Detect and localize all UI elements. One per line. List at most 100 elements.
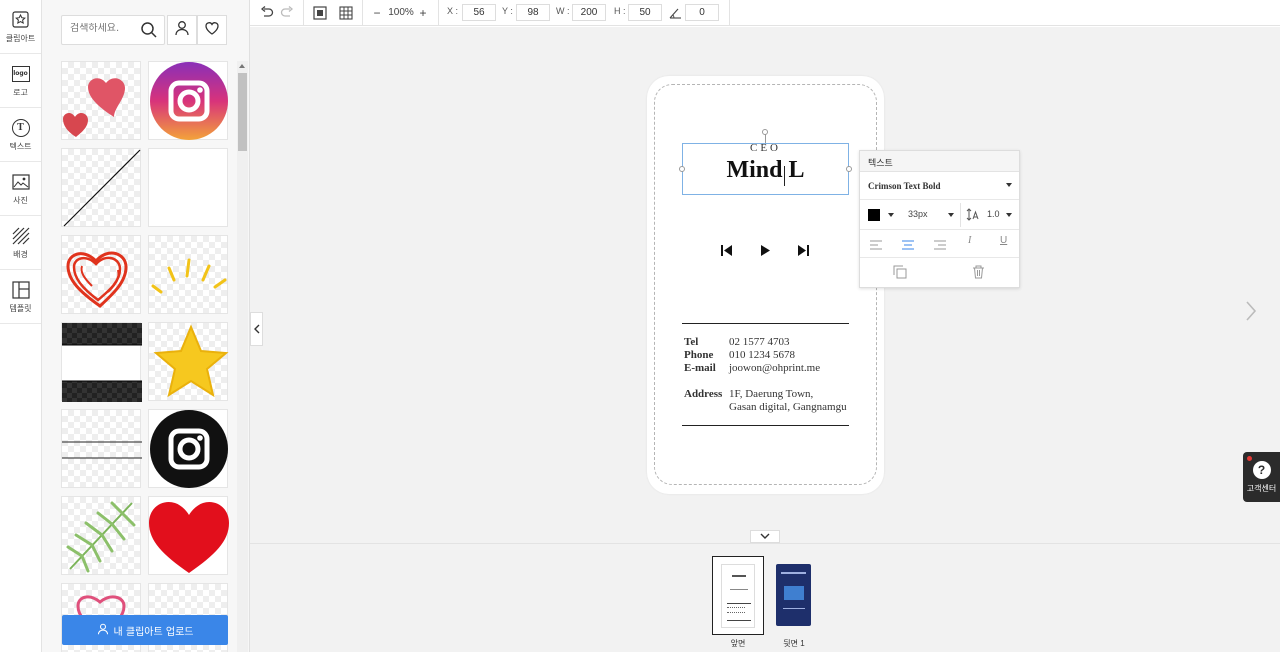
clipart-grid xyxy=(61,61,229,652)
upload-label: 내 클립아트 업로드 xyxy=(113,626,194,638)
contact-label: Phone xyxy=(684,349,714,361)
line-height-value: 1.0 xyxy=(987,209,1000,219)
line-height-icon xyxy=(966,208,979,226)
clipart-horizontal-lines[interactable] xyxy=(61,409,142,488)
contact-value: 02 1577 4703 xyxy=(729,336,790,348)
line-height-select[interactable]: 1.0 xyxy=(984,203,1018,227)
contact-value: joowon@ohprint.me xyxy=(729,362,821,374)
resize-handle-right[interactable] xyxy=(846,166,852,172)
zoom-out-button[interactable]: − xyxy=(370,4,384,21)
card-contacts[interactable]: Tel 02 1577 4703 Phone 010 1234 5678 E-mai… xyxy=(684,336,847,414)
clipart-yellow-star[interactable] xyxy=(148,322,229,401)
align-left-icon[interactable] xyxy=(870,237,882,255)
color-swatch[interactable] xyxy=(868,209,880,221)
contact-row: Address 1F, Daerung Town, Gasan digital, G… xyxy=(684,388,847,414)
collapse-bottom-button[interactable] xyxy=(750,530,780,543)
nav-template[interactable]: 템플릿 xyxy=(0,270,41,324)
next-page-chevron-icon[interactable] xyxy=(1244,300,1258,327)
thumb-image xyxy=(784,586,804,600)
photo-icon xyxy=(11,172,31,192)
rotate-handle[interactable] xyxy=(762,129,768,135)
zoom-in-button[interactable]: + xyxy=(416,4,430,21)
nav-template-label: 템플릿 xyxy=(9,303,32,313)
duplicate-icon[interactable] xyxy=(893,265,907,284)
page-thumb-front[interactable] xyxy=(712,556,764,635)
address-line-1: 1F, Daerung Town, xyxy=(729,388,814,400)
panel-scrollbar[interactable] xyxy=(237,61,248,652)
grid-icon[interactable] xyxy=(338,4,354,21)
toolbar-divider xyxy=(438,0,439,26)
resize-handle-left[interactable] xyxy=(679,166,685,172)
color-caret-icon[interactable] xyxy=(888,213,894,217)
address-line-2: Gasan digital, Gangnamgu xyxy=(729,401,847,413)
page-thumb-back[interactable] xyxy=(776,564,811,626)
y-field[interactable]: 98 xyxy=(516,4,550,21)
font-name: Crimson Text Bold xyxy=(868,181,941,191)
clipart-blank[interactable] xyxy=(148,148,228,227)
user-icon xyxy=(174,20,190,41)
clipart-green-leaf[interactable] xyxy=(61,496,141,575)
font-size-select[interactable]: 33px xyxy=(898,203,956,227)
italic-icon[interactable]: I xyxy=(968,235,971,246)
play-icon[interactable] xyxy=(759,244,771,262)
chevron-down-icon xyxy=(760,533,770,539)
search-input[interactable] xyxy=(70,23,140,34)
clipart-diagonal-line[interactable] xyxy=(61,148,141,227)
caret-down-icon xyxy=(1006,183,1012,187)
page-back-label: 뒷면 1 xyxy=(783,639,805,648)
x-label: X : xyxy=(447,6,459,16)
my-clipart-button[interactable] xyxy=(167,15,197,45)
x-field[interactable]: 56 xyxy=(462,4,496,21)
nav-background[interactable]: 배경 xyxy=(0,216,41,270)
w-label: W : xyxy=(556,6,570,16)
upload-clipart-button[interactable]: 내 클립아트 업로드 xyxy=(62,615,228,645)
caret-down-icon xyxy=(1006,213,1012,217)
clipart-instagram-black[interactable] xyxy=(148,409,228,488)
scrollbar-thumb[interactable] xyxy=(238,73,247,151)
favorites-button[interactable] xyxy=(197,15,227,45)
clipart-black-white-bars[interactable] xyxy=(61,322,142,402)
align-right-icon[interactable] xyxy=(934,237,946,255)
collapse-panel-button[interactable] xyxy=(250,312,263,346)
skip-back-icon[interactable] xyxy=(720,244,734,262)
clipart-red-scribble-heart[interactable] xyxy=(61,235,141,314)
rotation-field[interactable]: 0 xyxy=(685,4,719,21)
text-icon-glyph: T xyxy=(11,118,30,137)
w-field[interactable]: 200 xyxy=(572,4,606,21)
nav-text[interactable]: T 텍스트 xyxy=(0,108,41,162)
thumb-front-preview xyxy=(721,564,755,628)
clipart-yellow-rays[interactable] xyxy=(148,235,228,314)
customer-center-button[interactable]: ? 고객센터 xyxy=(1243,452,1280,502)
text-properties-popup: 텍스트 Crimson Text Bold 33px 1.0 I U xyxy=(859,150,1020,288)
nav-clipart[interactable]: 클립아트 xyxy=(0,0,41,54)
template-icon xyxy=(11,280,31,300)
help-icon: ? xyxy=(1252,460,1271,479)
nav-photo-label: 사진 xyxy=(13,195,28,205)
nav-clipart-label: 클립아트 xyxy=(5,33,36,43)
fit-page-icon[interactable] xyxy=(312,4,328,21)
thumb-text-line xyxy=(727,607,745,613)
redo-icon[interactable] xyxy=(279,4,295,21)
scroll-up-icon[interactable] xyxy=(239,64,245,68)
thumb-text-line xyxy=(781,572,806,574)
top-toolbar: − 100% + X : 56 Y : 98 W : 200 H : 50 0 xyxy=(250,0,1280,26)
underline-icon[interactable]: U xyxy=(1000,235,1007,246)
h-label: H : xyxy=(614,6,626,16)
nav-logo[interactable]: logo 로고 xyxy=(0,54,41,108)
trash-icon[interactable] xyxy=(972,265,985,284)
undo-icon[interactable] xyxy=(259,4,275,21)
align-center-icon[interactable] xyxy=(902,237,914,255)
search-box[interactable] xyxy=(61,15,165,45)
h-field[interactable]: 50 xyxy=(628,4,662,21)
clipart-hearts[interactable] xyxy=(61,61,141,140)
search-icon[interactable] xyxy=(140,21,158,39)
skip-forward-icon[interactable] xyxy=(796,244,810,262)
contact-label: E-mail xyxy=(684,362,716,374)
font-select[interactable]: Crimson Text Bold xyxy=(860,173,1019,200)
nav-photo[interactable]: 사진 xyxy=(0,162,41,216)
page-thumbnails-bar xyxy=(250,543,1280,652)
clipart-instagram-gradient[interactable] xyxy=(148,61,228,140)
clipart-red-heart[interactable] xyxy=(148,496,229,575)
popup-divider xyxy=(960,203,961,227)
text-selection-box[interactable] xyxy=(682,143,849,195)
